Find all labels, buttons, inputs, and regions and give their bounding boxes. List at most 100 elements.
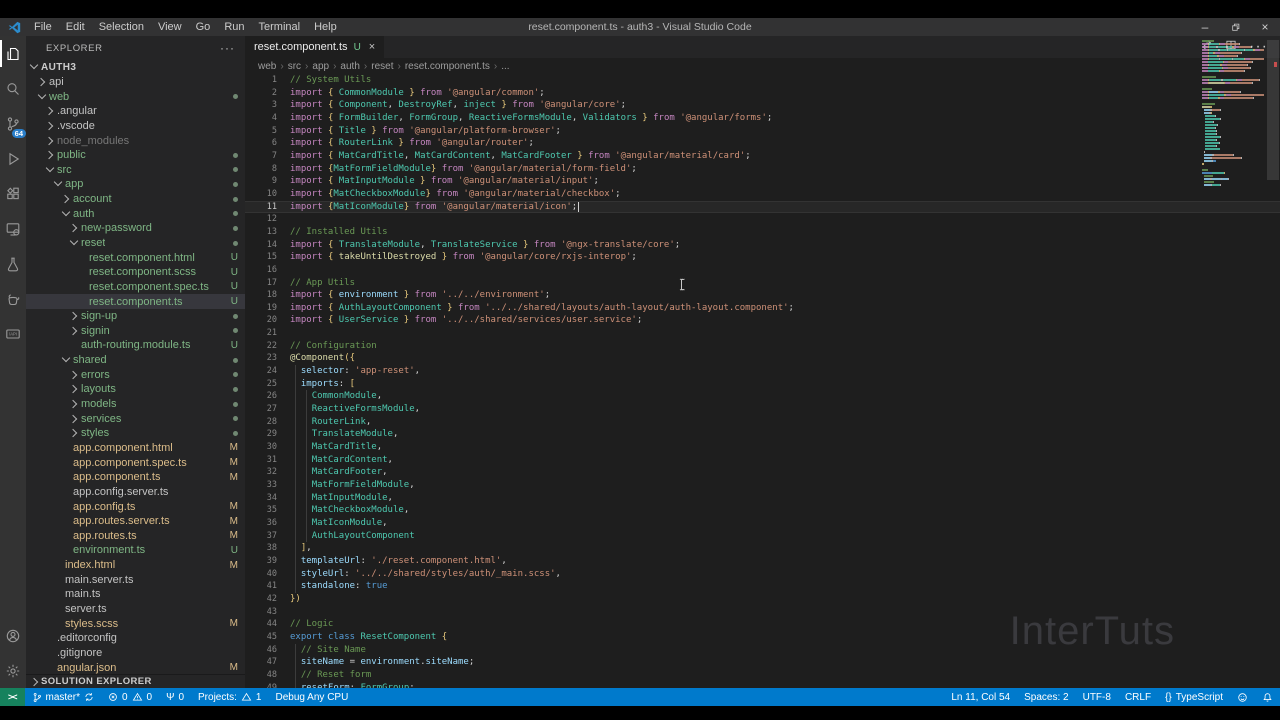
tree-item-app[interactable]: app: [26, 177, 245, 192]
tree-item-src[interactable]: src: [26, 162, 245, 177]
code-line-11[interactable]: 11 import {MatIconModule} from '@angular/…: [245, 200, 1280, 214]
minimap[interactable]: [1202, 39, 1264, 186]
tree-item-reset.component.scss[interactable]: reset.component.scss U: [26, 265, 245, 280]
chevron-down-icon[interactable]: [54, 180, 62, 188]
breadcrumb-item-auth[interactable]: auth: [340, 61, 359, 72]
cursor-position-item[interactable]: Ln 11, Col 54: [944, 688, 1017, 706]
tree-item-main.ts[interactable]: main.ts: [26, 587, 245, 602]
code-line-10[interactable]: 10 import {MatCheckboxModule} from '@angu…: [245, 188, 1280, 201]
code-line-17[interactable]: 17 // App Utils: [245, 277, 1280, 290]
code-line-14[interactable]: 14 import { TranslateModule, TranslateSer…: [245, 239, 1280, 252]
code-line-3[interactable]: 3 import { Component, DestroyRef, inject …: [245, 99, 1280, 112]
api-client-icon[interactable]: /API: [0, 316, 26, 351]
code-line-47[interactable]: 47 siteName = environment. siteName;: [245, 656, 1280, 669]
tree-item-auth[interactable]: auth: [26, 206, 245, 221]
code-line-12[interactable]: 12: [245, 213, 1280, 226]
code-line-37[interactable]: 37 AuthLayoutComponent: [245, 529, 1280, 543]
code-line-38[interactable]: 38 ],: [245, 542, 1280, 555]
notifications-bell-icon[interactable]: [1255, 688, 1280, 706]
problems-item[interactable]: 0 0: [101, 688, 159, 706]
code-line-40[interactable]: 40 styleUrl: '../../shared/styles/auth/_…: [245, 567, 1280, 581]
remote-explorer-icon[interactable]: [0, 211, 26, 246]
tree-item-new-password[interactable]: new-password: [26, 221, 245, 236]
chevron-down-icon[interactable]: [30, 63, 38, 71]
testing-icon[interactable]: [0, 246, 26, 281]
chevron-right-icon[interactable]: [62, 195, 70, 203]
code-line-42[interactable]: 42}): [245, 593, 1280, 606]
code-line-25[interactable]: 25 imports: [: [245, 377, 1280, 391]
chevron-right-icon[interactable]: [46, 122, 54, 130]
vertical-scrollbar[interactable]: [1267, 40, 1279, 180]
menu-edit[interactable]: Edit: [59, 18, 92, 36]
debug-target-item[interactable]: Debug Any CPU: [268, 688, 355, 706]
menu-view[interactable]: View: [151, 18, 189, 36]
tree-item-AUTH3[interactable]: AUTH3: [26, 60, 245, 75]
tree-item-public[interactable]: public: [26, 148, 245, 163]
code-line-36[interactable]: 36 MatIconModule,: [245, 516, 1280, 530]
tree-item-app.component.html[interactable]: app.component.html M: [26, 441, 245, 456]
tree-item-.angular[interactable]: .angular: [26, 104, 245, 119]
tree-item-auth-routing.module.ts[interactable]: auth-routing.module.ts U: [26, 338, 245, 353]
broadcast-item[interactable]: Ψ 0: [159, 688, 191, 706]
menu-terminal[interactable]: Terminal: [252, 18, 308, 36]
chevron-right-icon[interactable]: [38, 78, 46, 86]
explorer-icon[interactable]: [0, 36, 26, 71]
chevron-right-icon[interactable]: [70, 224, 78, 232]
code-line-4[interactable]: 4 import { FormBuilder, FormGroup, Reacti…: [245, 112, 1280, 125]
tree-item-models[interactable]: models: [26, 397, 245, 412]
tree-item-reset.component.html[interactable]: reset.component.html U: [26, 250, 245, 265]
breadcrumb-item-reset.component.ts[interactable]: reset.component.ts: [405, 61, 490, 72]
tree-item-signin[interactable]: signin: [26, 324, 245, 339]
tree-item-styles[interactable]: styles: [26, 426, 245, 441]
code-line-1[interactable]: 1 // System Utils: [245, 74, 1280, 87]
git-branch-item[interactable]: master*: [25, 688, 101, 706]
menu-file[interactable]: File: [27, 18, 59, 36]
code-line-20[interactable]: 20 import { UserService } from '../../sha…: [245, 314, 1280, 327]
tree-item-server.ts[interactable]: server.ts: [26, 602, 245, 617]
tree-item-app.routes.ts[interactable]: app.routes.ts M: [26, 529, 245, 544]
code-line-26[interactable]: 26 CommonModule,: [245, 390, 1280, 404]
tree-item-styles.scss[interactable]: styles.scss M: [26, 616, 245, 631]
tree-item-environment.ts[interactable]: environment.ts U: [26, 543, 245, 558]
tree-item-errors[interactable]: errors: [26, 367, 245, 382]
code-line-2[interactable]: 2 import { CommonModule } from '@angular/…: [245, 87, 1280, 100]
chevron-right-icon[interactable]: [46, 107, 54, 115]
code-line-31[interactable]: 31 MatCardContent,: [245, 453, 1280, 467]
solution-explorer-section[interactable]: SOLUTION EXPLORER: [26, 674, 245, 688]
menu-run[interactable]: Run: [217, 18, 251, 36]
tree-item-services[interactable]: services: [26, 411, 245, 426]
chevron-right-icon[interactable]: [70, 327, 78, 335]
code-line-35[interactable]: 35 MatCheckboxModule,: [245, 504, 1280, 517]
code-line-23[interactable]: 23 @Component({: [245, 352, 1280, 365]
restore-button[interactable]: [1220, 18, 1250, 36]
code-line-29[interactable]: 29 TranslateModule,: [245, 428, 1280, 442]
tab-reset-component-ts[interactable]: reset.component.ts U ×: [245, 36, 385, 58]
code-line-30[interactable]: 30 MatCardTitle,: [245, 441, 1280, 454]
code-line-6[interactable]: 6 import { RouterLink } from '@angular/ro…: [245, 137, 1280, 150]
chevron-right-icon[interactable]: [70, 312, 78, 320]
tree-item-app.routes.server.ts[interactable]: app.routes.server.ts M: [26, 514, 245, 529]
chevron-right-icon[interactable]: [70, 400, 78, 408]
tree-item-angular.json[interactable]: angular.json M: [26, 660, 245, 675]
code-line-9[interactable]: 9 import { MatInputModule } from '@angula…: [245, 175, 1280, 188]
breadcrumb-item-web[interactable]: web: [258, 61, 276, 72]
close-button[interactable]: ×: [1250, 18, 1280, 36]
menu-selection[interactable]: Selection: [92, 18, 151, 36]
source-control-icon[interactable]: 64: [0, 106, 26, 141]
tree-item-index.html[interactable]: index.html M: [26, 558, 245, 573]
code-line-39[interactable]: 39 templateUrl: './reset.component.html'…: [245, 554, 1280, 568]
encoding-item[interactable]: UTF-8: [1076, 688, 1118, 706]
tree-item-layouts[interactable]: layouts: [26, 382, 245, 397]
code-line-21[interactable]: 21: [245, 327, 1280, 340]
tree-item-reset.component.spec.ts[interactable]: reset.component.spec.ts U: [26, 280, 245, 295]
tree-item-shared[interactable]: shared: [26, 353, 245, 368]
code-line-33[interactable]: 33 MatFormFieldModule,: [245, 479, 1280, 492]
breadcrumb-item-src[interactable]: src: [288, 61, 301, 72]
code-line-28[interactable]: 28 RouterLink,: [245, 415, 1280, 429]
remote-indicator[interactable]: ><: [0, 688, 25, 706]
breadcrumb-item-app[interactable]: app: [312, 61, 329, 72]
tree-item-.vscode[interactable]: .vscode: [26, 119, 245, 134]
tree-item-.editorconfig[interactable]: .editorconfig: [26, 631, 245, 646]
code-area[interactable]: 1 // System Utils 2 import { CommonModule }…: [245, 74, 1280, 688]
chevron-right-icon[interactable]: [46, 137, 54, 145]
